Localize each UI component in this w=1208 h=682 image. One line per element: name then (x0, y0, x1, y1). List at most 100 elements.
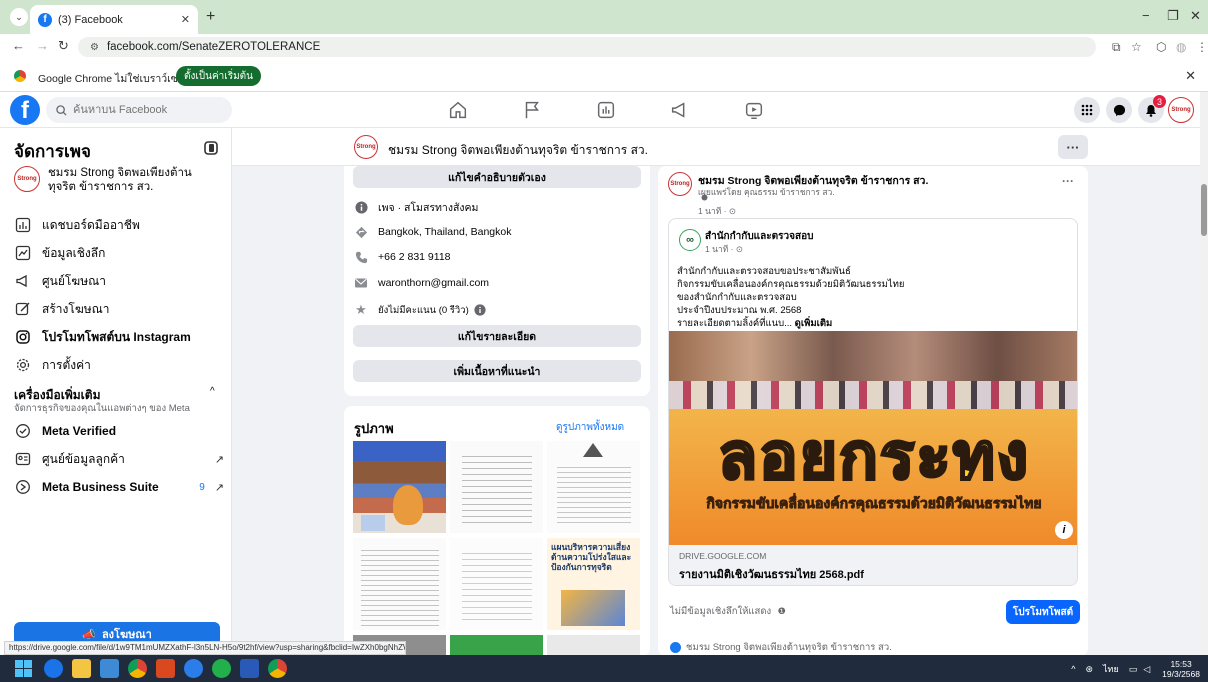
tool-customer-center[interactable]: ศูนย์ข้อมูลลูกค้า ↗ (14, 447, 224, 471)
bookmark-star-icon[interactable]: ☆ (1131, 40, 1142, 54)
word-icon[interactable] (240, 659, 259, 678)
edit-details-button[interactable]: แก้ไขรายละเอียด (353, 325, 641, 347)
home-icon[interactable] (447, 99, 469, 121)
search-input[interactable] (73, 104, 223, 116)
page-scrollbar-track[interactable] (1200, 92, 1208, 654)
page-header-bar: Strong ชมรม Strong จิตพอเพียงต้านทุจริต … (232, 128, 1200, 166)
shared-post[interactable]: ∞ สำนักกำกับและตรวจสอบ 1 นาที · ⊙ สำนักก… (668, 218, 1078, 586)
chrome-taskbar-icon[interactable] (128, 659, 147, 678)
line-chat-icon[interactable] (212, 659, 231, 678)
account-avatar[interactable]: Strong (1168, 97, 1194, 123)
photo-thumbnail[interactable] (547, 441, 640, 533)
photo-thumbnail[interactable] (450, 635, 543, 656)
tool-label: ศูนย์ข้อมูลลูกค้า (42, 451, 125, 466)
language-indicator[interactable]: ไทย (1103, 662, 1119, 676)
photo-thumbnail[interactable] (353, 538, 446, 630)
post-more-button[interactable]: ··· (1062, 174, 1074, 188)
sidebar-item-ads-center[interactable]: ศูนย์โฆษณา (14, 269, 224, 293)
messenger-icon[interactable] (1106, 97, 1132, 123)
set-default-button[interactable]: ตั้งเป็นค่าเริ่มต้น (176, 66, 261, 86)
tool-meta-business-suite[interactable]: Meta Business Suite 9 ↗ (14, 475, 224, 499)
close-window-icon[interactable]: ✕ (1190, 8, 1201, 24)
link-preview-footer[interactable]: DRIVE.GOOGLE.COM รายงานมิติเชิงวัฒนธรรมไ… (669, 545, 1077, 585)
sidebar-item-create-ad[interactable]: สร้างโฆษณา (14, 297, 224, 321)
reload-icon[interactable]: ↻ (58, 38, 69, 54)
search-icon (56, 104, 67, 116)
new-tab-icon[interactable]: + (206, 8, 215, 26)
see-more-link[interactable]: ดูเพิ่มเติม (795, 318, 833, 329)
browser-tab[interactable]: f (3) Facebook ✕ (30, 5, 198, 34)
tab-close-icon[interactable]: ✕ (181, 13, 190, 26)
default-browser-infobar: Google Chrome ไม่ใช่เบราว์เซอร์เริ่มต้น … (0, 60, 1208, 92)
rating-row: ★ ยังไม่มีคะแนน (0 รีวิว) (354, 301, 486, 319)
video-icon[interactable] (743, 99, 765, 121)
star-icon: ★ (355, 302, 367, 317)
infobar-close-icon[interactable]: ✕ (1185, 68, 1196, 84)
restore-icon[interactable]: ❐ (1167, 8, 1179, 24)
browser-tab-strip: ⌄ f (3) Facebook ✕ + − ❐ ✕ (0, 0, 1208, 34)
url-omnibox[interactable]: ⚙ facebook.com/SenateZEROTOLERANCE (78, 37, 1096, 57)
sidebar-item-dashboard[interactable]: แดชบอร์ดมืออาชีพ (14, 213, 224, 237)
page-header-title: ชมรม Strong จิตพอเพียงต้านทุจริต ข้าราชก… (388, 143, 648, 157)
boost-post-button[interactable]: โปรโมทโพสต์ (1006, 600, 1080, 624)
email-row: waronthorn@gmail.com (354, 274, 489, 292)
sidebar-item-instagram-promote[interactable]: โปรโมทโพสต์บน Instagram (14, 325, 224, 349)
chrome-menu-icon[interactable]: ⋮ (1196, 40, 1208, 54)
status-bar-url: https://drive.google.com/file/d/1w9TM1mU… (4, 641, 406, 655)
app-icon[interactable] (184, 659, 203, 678)
rating-info-icon[interactable] (474, 304, 486, 316)
forward-icon[interactable]: → (36, 38, 49, 53)
edge-browser-icon[interactable] (44, 659, 63, 678)
minimize-icon[interactable]: − (1142, 8, 1150, 23)
volume-icon[interactable]: ◁ (1143, 664, 1150, 675)
chevron-up-icon[interactable]: ^ (1071, 664, 1075, 674)
profile-icon[interactable]: ◍ (1176, 40, 1186, 54)
facebook-logo-icon[interactable]: f (10, 95, 40, 125)
photo-thumbnail[interactable] (450, 538, 543, 630)
chevron-up-icon[interactable]: ^ (210, 386, 215, 397)
info-icon (354, 200, 368, 214)
page-avatar: Strong (14, 166, 40, 192)
tool-label: Meta Business Suite (42, 480, 159, 494)
menu-grid-icon[interactable] (1074, 97, 1100, 123)
photo-thumbnail[interactable] (547, 635, 640, 656)
back-icon[interactable]: ← (12, 38, 25, 53)
shared-link-image[interactable]: ลอยกระทง กิจกรรมขับเคลื่อนองค์กรคุณธรรมด… (669, 331, 1077, 545)
info-icon[interactable]: i (1055, 521, 1073, 539)
facebook-search[interactable] (46, 97, 232, 123)
ads-megaphone-icon[interactable] (669, 99, 691, 121)
sidebar-page-switcher[interactable]: Strong ชมรม Strong จิตพอเพียงต้านทุจริต … (14, 166, 224, 194)
email-text[interactable]: waronthorn@gmail.com (378, 277, 489, 289)
photo-thumbnail[interactable]: แผนบริหารความเสี่ยงด้านความโปร่งใสและป้อ… (547, 538, 640, 630)
external-link-icon: ↗ (214, 453, 224, 466)
sidebar-item-settings[interactable]: การตั้งค่า (14, 353, 224, 377)
cast-icon[interactable]: ⧉ (1112, 40, 1121, 55)
pages-flag-icon[interactable] (521, 99, 543, 121)
edit-bio-button[interactable]: แก้ไขคำอธิบายตัวเอง (353, 166, 641, 188)
clock[interactable]: 15:53 19/3/2568 (1162, 659, 1200, 679)
store-icon[interactable] (100, 659, 119, 678)
photo-thumbnail[interactable] (450, 441, 543, 533)
collapse-sidebar-icon[interactable] (203, 140, 219, 156)
tab-search-icon[interactable]: ⌄ (10, 8, 28, 26)
extensions-icon[interactable]: ⬡ (1156, 40, 1166, 54)
insights-chart-icon[interactable] (595, 99, 617, 121)
photo-thumbnail[interactable] (353, 441, 446, 533)
see-all-photos-link[interactable]: ดูรูปภาพทั้งหมด (556, 420, 624, 435)
sidebar-item-insights[interactable]: ข้อมูลเชิงลึก (14, 241, 224, 265)
display-icon[interactable]: ▭ (1129, 664, 1138, 675)
site-info-icon[interactable]: ⚙ (90, 42, 99, 53)
file-explorer-icon[interactable] (72, 659, 91, 678)
powerpoint-icon[interactable] (156, 659, 175, 678)
add-featured-button[interactable]: เพิ่มเนื้อหาที่แนะนำ (353, 360, 641, 382)
page-more-button[interactable]: ··· (1058, 135, 1088, 159)
chrome-profile-icon[interactable] (268, 659, 287, 678)
page-scrollbar-thumb[interactable] (1201, 184, 1207, 236)
tool-meta-verified[interactable]: Meta Verified (14, 419, 224, 443)
commenter-row: ชมรม Strong จิตพอเพียงต้านทุจริต ข้าราชก… (670, 640, 892, 655)
info-icon[interactable]: ❶ (778, 606, 786, 616)
post-author-avatar[interactable]: Strong (668, 172, 692, 196)
address-text[interactable]: Bangkok, Thailand, Bangkok (378, 226, 511, 238)
network-icon[interactable]: ⊛ (1085, 664, 1093, 675)
windows-start-icon[interactable] (14, 659, 33, 678)
